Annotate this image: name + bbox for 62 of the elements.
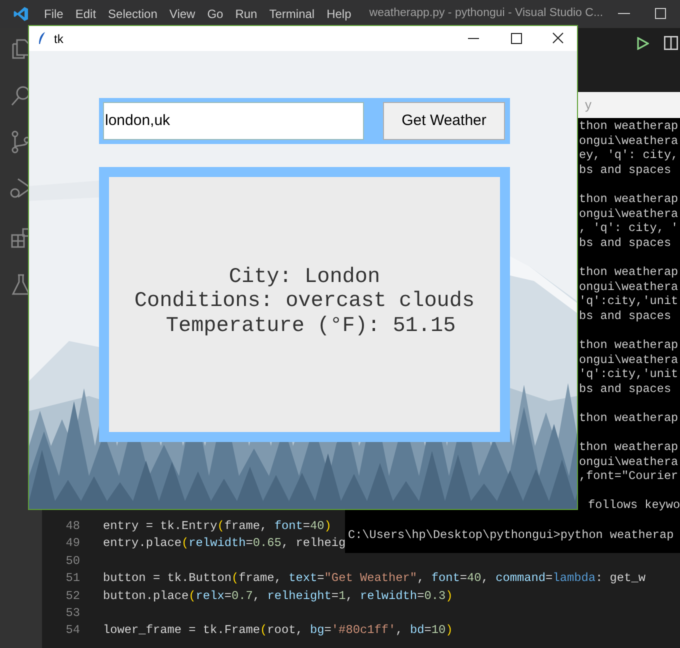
menu-item[interactable]: View	[163, 5, 202, 23]
menu-item[interactable]: Terminal	[263, 5, 321, 23]
code-line: entry = tk.Entry(frame, font=40)	[103, 518, 332, 535]
terminal-line: ,font="Courier	[579, 469, 678, 484]
bug-play-icon[interactable]	[9, 176, 28, 200]
terminal-line: thon weatherap	[579, 410, 678, 425]
line-number: 50	[64, 552, 80, 570]
city-input[interactable]: london,uk	[103, 102, 364, 140]
terminal-line: bs and spaces	[579, 382, 672, 396]
branch-icon[interactable]	[9, 130, 28, 154]
terminal-line: bs and spaces	[579, 308, 672, 323]
terminal-line: thon weatherap	[579, 192, 678, 206]
get-weather-button[interactable]: Get Weather	[383, 102, 505, 140]
feather-icon	[38, 32, 46, 45]
result-text: Temperature (°F): 51.15	[164, 314, 456, 340]
flask-icon[interactable]	[9, 273, 28, 297]
maximize-icon[interactable]	[511, 33, 522, 44]
terminal-line: thon weatherap	[579, 119, 678, 133]
terminal-line: thon weatherap	[579, 264, 678, 279]
minimize-icon[interactable]	[618, 13, 630, 15]
terminal-line: 'q':city,'unit	[579, 294, 678, 308]
close-icon[interactable]	[552, 32, 564, 44]
terminal-line: ongui\weathera	[579, 280, 678, 294]
line-number: 53	[64, 604, 80, 622]
terminal-title: y	[585, 96, 592, 114]
line-number: 52	[64, 588, 80, 605]
menu-item[interactable]: Run	[229, 5, 264, 23]
terminal-line: ongui\weathera	[579, 134, 678, 148]
menu-item[interactable]: Go	[201, 5, 230, 23]
window-title: tk	[54, 30, 64, 48]
terminal-line: bs and spaces	[579, 162, 672, 177]
app-logo-icon	[13, 6, 29, 22]
line-number: 49	[64, 535, 80, 552]
terminal-line: bs and spaces	[579, 236, 672, 250]
code-line: lower_frame = tk.Frame(root, bg='#80c1ff', bd=10)	[103, 622, 453, 640]
terminal-line: thon weatherap	[579, 338, 678, 352]
terminal-line: thon weatherap	[579, 440, 678, 454]
terminal-line: ongui\weathera	[579, 352, 678, 366]
terminal-line: ey, 'q': city,	[579, 148, 678, 162]
terminal-line: , 'q': city, '	[579, 221, 678, 236]
result-text: Conditions: overcast clouds	[134, 290, 475, 315]
result-text: City: London	[228, 266, 380, 290]
split-editor-icon[interactable]	[664, 36, 678, 50]
window-title: weatherapp.py - pythongui - Visual Studio C...	[369, 6, 604, 22]
terminal-line: follows keywo	[588, 498, 680, 512]
menu-item[interactable]: File	[38, 5, 70, 23]
extensions-icon[interactable]	[9, 226, 28, 250]
terminal-line: ongui\weathera	[579, 206, 678, 221]
line-number: 51	[64, 570, 80, 588]
run-icon[interactable]	[637, 37, 649, 50]
terminal-line: C:\Users\hp\Desktop\pythongui>python weatherap	[348, 528, 674, 542]
code-line: entry.place(relwidth=0.65, relheig	[103, 535, 346, 552]
terminal-line: ongui\weathera	[579, 454, 678, 469]
menu-item[interactable]: Selection	[102, 5, 164, 23]
menu-item[interactable]: Edit	[69, 5, 102, 23]
line-number: 48	[64, 518, 80, 535]
search-icon[interactable]	[9, 84, 28, 108]
line-number: 54	[64, 622, 80, 640]
terminal-line: 'q':city,'unit	[579, 367, 678, 382]
code-line: button.place(relx=0.7, relheight=1, relwidth=0.3)	[103, 588, 453, 605]
menu-item[interactable]: Help	[320, 5, 358, 23]
code-line: button = tk.Button(frame, text="Get Weather", font=40, command=lambda: get_w	[103, 570, 646, 588]
